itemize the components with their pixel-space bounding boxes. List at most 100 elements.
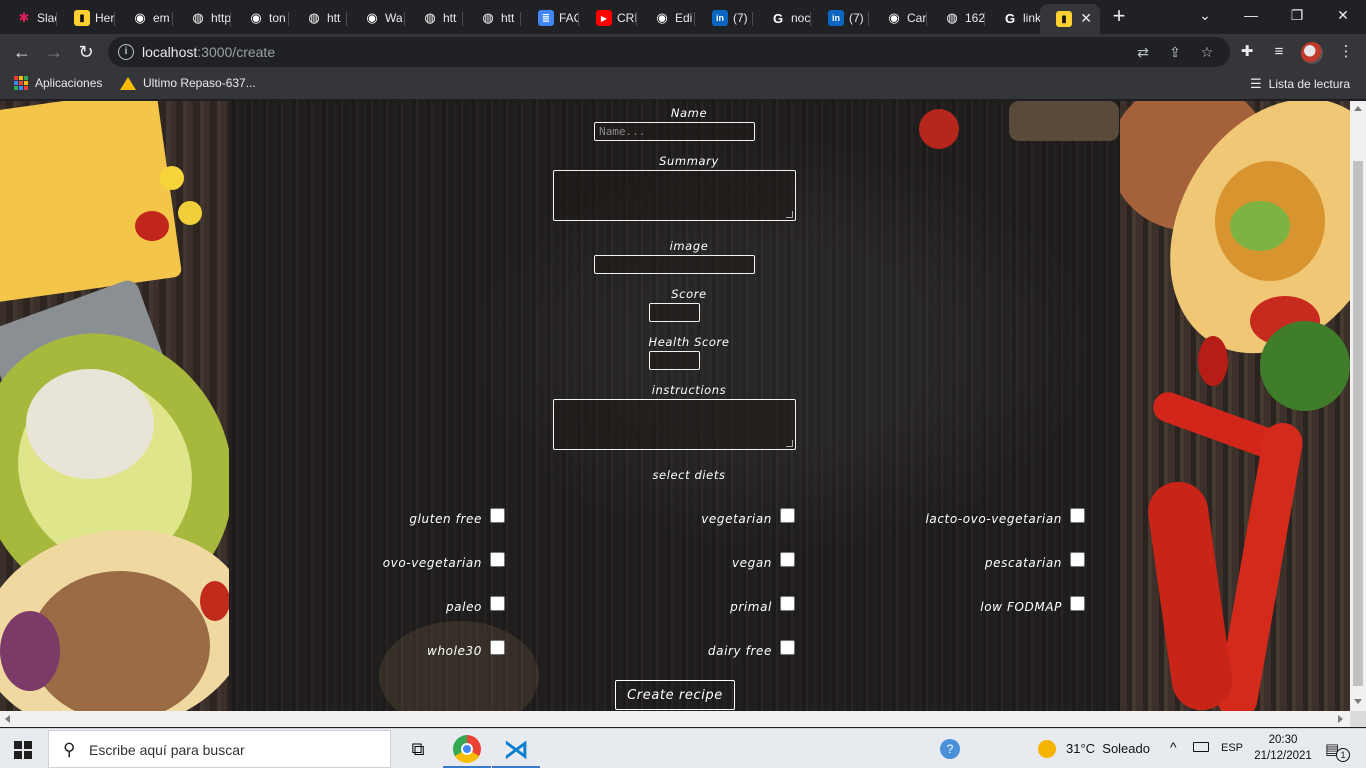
browser-tab[interactable]: ◍ htt — [290, 4, 347, 32]
browser-tab[interactable]: ◍ htt — [464, 4, 521, 32]
minimize-button[interactable]: — — [1228, 0, 1274, 30]
share-icon[interactable]: ⇪ — [1166, 43, 1184, 61]
weather-text[interactable]: 31°C Soleado — [1066, 741, 1150, 756]
task-view-icon[interactable]: ⧉ — [404, 735, 432, 763]
image-input[interactable] — [594, 255, 755, 274]
name-input[interactable] — [594, 122, 755, 141]
taskbar-search-box[interactable]: ⚲ Escribe aquí para buscar — [48, 730, 391, 768]
sun-weather-icon — [1038, 740, 1056, 758]
profile-avatar[interactable] — [1301, 42, 1323, 64]
bookmark-drive-item[interactable]: Ultimo Repaso-637... — [120, 76, 256, 90]
address-bar[interactable]: i localhost:3000/create ⇄ ⇪ ☆ — [108, 37, 1230, 67]
miro-icon: ▮ — [1056, 11, 1072, 27]
chevron-up-icon[interactable]: ^ — [1170, 739, 1177, 755]
taskbar-search-placeholder: Escribe aquí para buscar — [89, 742, 245, 758]
globe-icon: ◍ — [192, 10, 204, 25]
browser-tab[interactable]: ◍ http — [174, 4, 231, 32]
diet-checkbox[interactable] — [780, 640, 795, 655]
diet-label: paleo — [445, 600, 482, 614]
close-tab-icon[interactable]: ✕ — [1080, 10, 1092, 27]
vertical-scroll-thumb[interactable] — [1353, 161, 1363, 686]
browser-tab[interactable]: ◍ 162 — [928, 4, 985, 32]
chrome-taskbar-icon[interactable] — [453, 735, 481, 763]
language-indicator[interactable]: ESP — [1221, 742, 1243, 754]
diet-checkbox[interactable] — [1070, 596, 1085, 611]
diet-checkbox[interactable] — [1070, 552, 1085, 567]
browser-tab[interactable]: in (7) — [812, 4, 869, 32]
browser-tab[interactable]: ◉ Car — [870, 4, 927, 32]
create-recipe-button[interactable]: Create recipe — [615, 680, 735, 710]
media-control-icon[interactable]: ≡ — [1269, 42, 1289, 62]
browser-tab[interactable]: ≣ FAC — [522, 4, 579, 32]
browser-tab[interactable]: Gnoc — [754, 4, 811, 32]
help-icon[interactable]: ? — [940, 739, 960, 759]
windows-start-icon[interactable] — [14, 741, 32, 759]
taskbar-clock[interactable]: 20:30 21/12/2021 — [1251, 732, 1315, 764]
diet-checkbox[interactable] — [490, 508, 505, 523]
browser-tab[interactable]: ▶ CRI — [580, 4, 637, 32]
browser-tab[interactable]: ◉ em — [116, 4, 173, 32]
browser-tab[interactable]: ◉ Wa — [348, 4, 405, 32]
scroll-right-icon[interactable] — [1338, 715, 1343, 723]
browser-tab[interactable]: in (7) — [696, 4, 753, 32]
maximize-button[interactable]: ❐ — [1274, 0, 1320, 30]
globe-icon: ◍ — [308, 10, 320, 25]
diet-checkbox[interactable] — [780, 508, 795, 523]
reload-icon[interactable]: ↻ — [72, 38, 100, 66]
globe-icon: ◍ — [482, 10, 494, 25]
bookmark-apps[interactable]: Aplicaciones — [14, 76, 102, 90]
tab-title: http — [211, 11, 231, 25]
tab-active[interactable]: ▮ ✕ — [1040, 4, 1100, 34]
image-label: image — [669, 239, 709, 253]
scroll-up-icon[interactable] — [1354, 106, 1362, 111]
health-score-input[interactable] — [649, 351, 700, 370]
diet-checkbox[interactable] — [490, 640, 505, 655]
browser-tab[interactable]: Glink — [986, 4, 1043, 32]
github-icon: ◉ — [250, 10, 262, 25]
extensions-icon[interactable]: ✚ — [1237, 42, 1257, 62]
score-input[interactable] — [649, 303, 700, 322]
diet-label: ovo-vegetarian — [382, 556, 482, 570]
vscode-taskbar-icon[interactable]: ⋊ — [502, 735, 530, 763]
diet-checkbox[interactable] — [780, 596, 795, 611]
health-score-label: Health Score — [648, 335, 730, 349]
reading-list-button[interactable]: ☰ Lista de lectura — [1250, 76, 1350, 92]
back-icon[interactable]: ← — [8, 38, 36, 66]
diet-label: gluten free — [409, 512, 482, 526]
close-window-button[interactable]: ✕ — [1320, 0, 1366, 30]
vertical-scrollbar[interactable] — [1350, 101, 1366, 711]
tab-title: Wa — [385, 11, 403, 25]
instructions-textarea[interactable] — [553, 399, 796, 450]
forward-icon[interactable]: → — [40, 38, 68, 66]
browser-tab[interactable]: ◍ htt — [406, 4, 463, 32]
select-diets-label: select diets — [652, 468, 726, 482]
google-icon: G — [1004, 10, 1016, 26]
browser-tab[interactable]: ✱ Slac — [0, 4, 57, 32]
browser-tab[interactable]: ◉ ton — [232, 4, 289, 32]
url-text[interactable]: localhost:3000/create — [142, 44, 275, 60]
notification-count-badge: 1 — [1336, 748, 1350, 762]
linkedin-icon: in — [828, 10, 844, 26]
translate-icon[interactable]: ⇄ — [1134, 43, 1152, 61]
menu-icon[interactable]: ⋮ — [1336, 42, 1356, 62]
horizontal-scrollbar[interactable] — [0, 711, 1350, 727]
resize-grip-icon[interactable] — [786, 440, 793, 447]
reading-list-icon: ☰ — [1250, 76, 1262, 91]
google-drive-icon — [120, 76, 136, 90]
diet-checkbox[interactable] — [490, 596, 505, 611]
reading-list-label: Lista de lectura — [1268, 77, 1351, 91]
battery-icon[interactable] — [1193, 742, 1209, 752]
bookmark-star-icon[interactable]: ☆ — [1198, 43, 1216, 61]
diet-checkbox[interactable] — [1070, 508, 1085, 523]
scroll-left-icon[interactable] — [5, 715, 10, 723]
site-info-icon[interactable]: i — [118, 44, 134, 60]
resize-grip-icon[interactable] — [786, 211, 793, 218]
tab-search-icon[interactable]: ⌄ — [1182, 0, 1228, 30]
browser-tab[interactable]: ◉ Edi — [638, 4, 695, 32]
scroll-down-icon[interactable] — [1354, 699, 1362, 704]
new-tab-button[interactable]: + — [1108, 5, 1130, 27]
diet-checkbox[interactable] — [490, 552, 505, 567]
summary-textarea[interactable] — [553, 170, 796, 221]
diet-checkbox[interactable] — [780, 552, 795, 567]
browser-tab[interactable]: ▮ Her — [58, 4, 115, 32]
